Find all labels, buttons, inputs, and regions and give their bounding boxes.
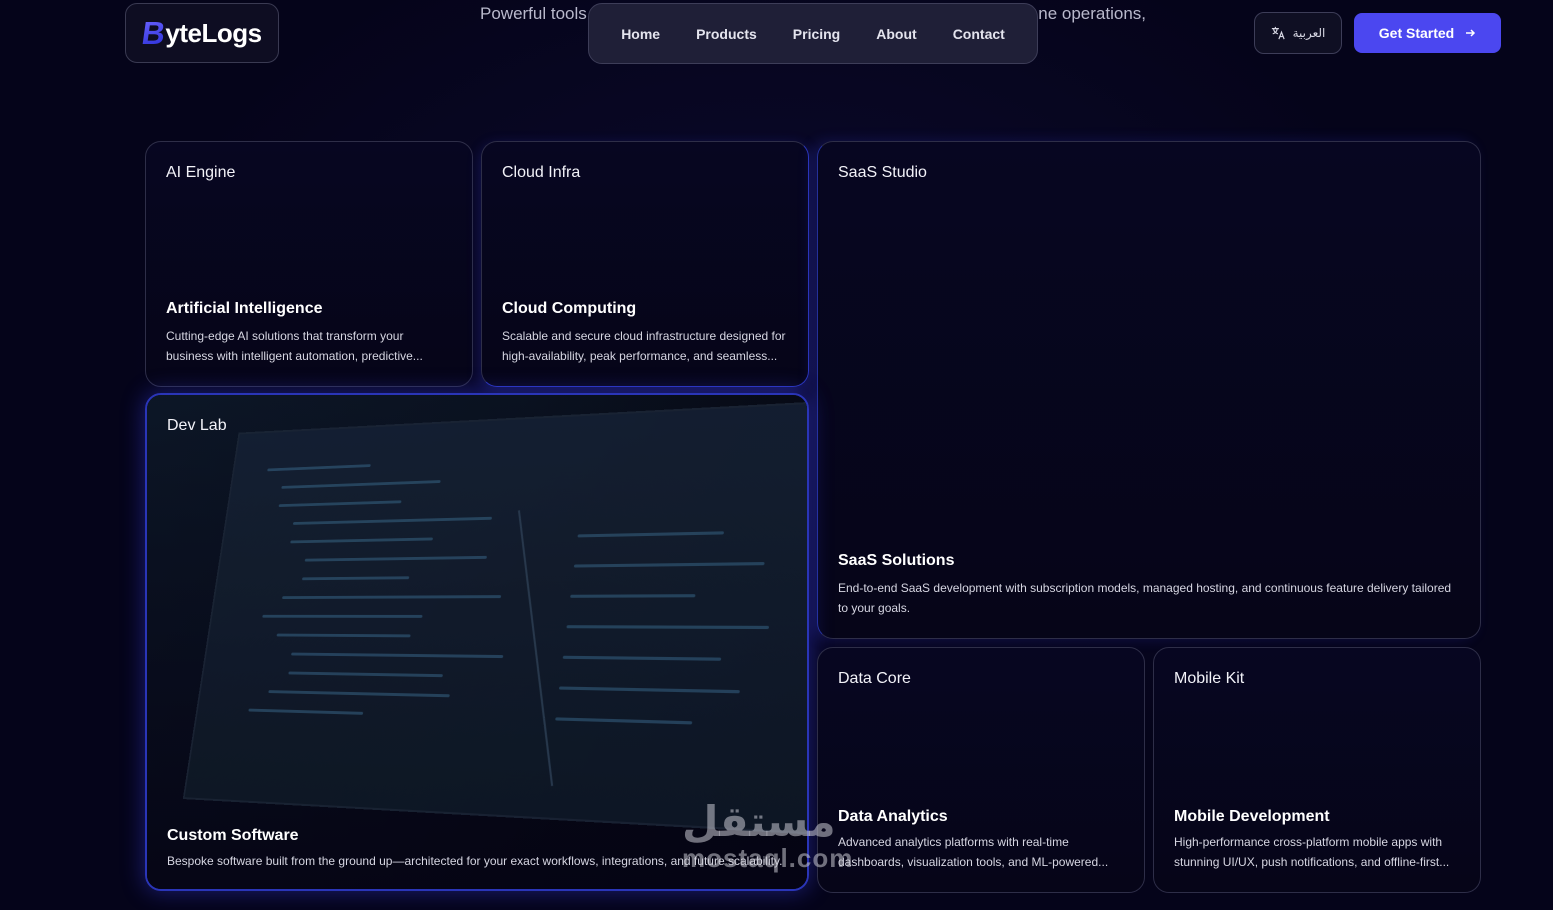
get-started-label: Get Started	[1378, 25, 1455, 41]
service-card-saas[interactable]: SaaS Studio SaaS Solutions End-to-end Sa…	[817, 141, 1481, 639]
card-title: Mobile Development	[1174, 808, 1330, 825]
get-started-button[interactable]: Get Started	[1354, 13, 1501, 53]
logo-initial: B	[139, 15, 168, 51]
card-tag: Mobile Kit	[1174, 670, 1245, 687]
watermark-arabic: مستقل	[682, 798, 836, 845]
site-logo[interactable]: ByteLogs	[125, 3, 279, 63]
service-card-mobile[interactable]: Mobile Kit Mobile Development High-perfo…	[1153, 647, 1481, 893]
main-nav: Home Products Pricing About Contact	[588, 3, 1038, 64]
card-title: Data Analytics	[838, 808, 948, 825]
card-description: High-performance cross-platform mobile a…	[1174, 835, 1450, 869]
translate-icon	[1271, 26, 1285, 40]
code-screen	[182, 399, 807, 835]
card-tag: Dev Lab	[167, 417, 227, 434]
tagline-left: Powerful tools	[480, 4, 587, 23]
card-title: Custom Software	[167, 827, 299, 844]
card-description: Cutting-edge AI solutions that transform…	[166, 329, 423, 363]
nav-products[interactable]: Products	[696, 26, 757, 42]
card-tag: Data Core	[838, 670, 911, 687]
language-label: العربية	[1292, 26, 1326, 40]
card-title: SaaS Solutions	[838, 552, 955, 569]
nav-home[interactable]: Home	[621, 26, 660, 42]
card-tag: Cloud Infra	[502, 164, 581, 181]
nav-pricing[interactable]: Pricing	[793, 26, 840, 42]
service-card-ai[interactable]: AI Engine Artificial Intelligence Cuttin…	[145, 141, 473, 387]
tagline-right: ne operations,	[1038, 4, 1146, 23]
card-description: End-to-end SaaS development with subscri…	[838, 581, 1452, 615]
language-toggle-button[interactable]: العربية	[1254, 12, 1342, 54]
mostaql-watermark: مستقل mostaql.com	[682, 798, 854, 873]
nav-about[interactable]: About	[876, 26, 916, 42]
card-tag: SaaS Studio	[838, 164, 927, 181]
logo-text: yteLogs	[165, 17, 262, 48]
arrow-right-icon	[1466, 29, 1476, 37]
nav-contact[interactable]: Contact	[953, 26, 1005, 42]
card-title: Artificial Intelligence	[166, 300, 323, 317]
card-tag: AI Engine	[166, 164, 236, 181]
service-card-cloud[interactable]: Cloud Infra Cloud Computing Scalable and…	[481, 141, 809, 387]
card-title: Cloud Computing	[502, 300, 637, 317]
card-description: Scalable and secure cloud infrastructure…	[502, 329, 786, 363]
card-description: Advanced analytics platforms with real-t…	[838, 835, 1109, 869]
watermark-latin: mostaql.com	[682, 843, 854, 873]
service-card-data[interactable]: Data Core Data Analytics Advanced analyt…	[817, 647, 1145, 893]
